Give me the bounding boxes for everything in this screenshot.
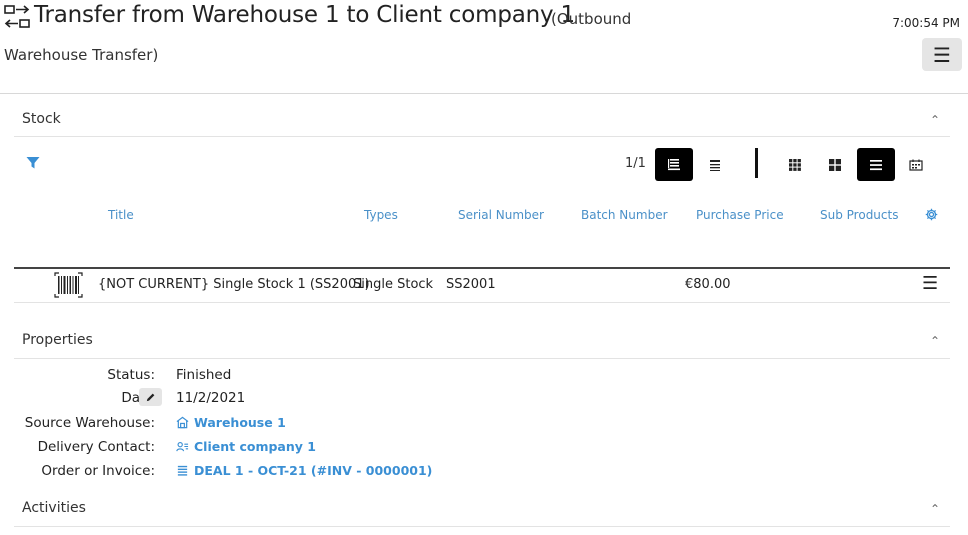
view-compact-button[interactable] [696,148,734,181]
source-warehouse-link[interactable]: Warehouse 1 [176,415,286,430]
row-title[interactable]: {NOT CURRENT} Single Stock 1 (SS2001) [98,277,370,292]
properties-divider [14,358,950,359]
view-large-grid-button[interactable] [816,148,854,181]
stock-section-title[interactable]: Stock [22,111,61,127]
view-list-detail-button[interactable] [655,148,693,181]
transfer-type-line2: Warehouse Transfer) [4,46,159,64]
delivery-contact-link[interactable]: Client company 1 [176,439,316,454]
row-menu-icon[interactable]: ☰ [922,273,938,294]
header-divider [0,93,968,94]
row-type: Single Stock [353,277,434,292]
clock: 7:00:54 PM [892,16,960,30]
stock-collapse-icon[interactable]: ⌃ [930,113,940,127]
warehouse-icon [176,416,189,429]
column-header-title[interactable]: Title [108,208,134,222]
list-detail-icon [668,158,680,170]
transfer-arrows-icon [4,5,30,28]
calendar-icon [909,159,923,171]
small-grid-icon [789,158,801,171]
table-row-top-border [14,267,950,269]
row-serial-number: SS2001 [446,277,496,292]
delivery-contact-label: Delivery Contact: [37,439,155,455]
column-header-batch-number[interactable]: Batch Number [581,208,668,222]
toolbar-separator [755,148,758,178]
compact-list-icon [710,159,720,171]
transfer-type-line1: (Outbound [551,10,632,28]
activities-divider [14,526,950,527]
pager: 1/1 [625,156,646,171]
column-header-purchase-price[interactable]: Purchase Price [696,208,784,222]
table-row-bottom-border [14,302,950,303]
activities-collapse-icon[interactable]: ⌃ [930,502,940,516]
order-invoice-value: DEAL 1 - OCT-21 (#INV - 0000001) [194,463,433,478]
properties-section-title[interactable]: Properties [22,332,93,348]
filter-icon[interactable] [26,156,40,170]
status-label: Status: [107,367,155,383]
date-value: 11/2/2021 [176,390,246,406]
page-title: Transfer from Warehouse 1 to Client comp… [34,2,575,28]
activities-section-title[interactable]: Activities [22,500,86,516]
large-grid-icon [829,158,841,171]
view-small-grid-button[interactable] [776,148,814,181]
edit-date-button[interactable] [139,388,162,406]
list-icon [870,159,882,170]
gear-icon[interactable] [925,208,938,221]
delivery-contact-value: Client company 1 [194,439,316,454]
pencil-icon [146,393,155,401]
column-header-types[interactable]: Types [364,208,398,222]
date-label: Da [121,390,140,406]
properties-collapse-icon[interactable]: ⌃ [930,334,940,348]
column-header-sub-products[interactable]: Sub Products [820,208,898,222]
order-list-icon [177,465,188,476]
source-warehouse-value: Warehouse 1 [194,415,286,430]
view-calendar-button[interactable] [897,148,935,181]
status-value: Finished [176,367,232,383]
order-invoice-label: Order or Invoice: [41,463,155,479]
view-list-button[interactable] [857,148,895,181]
stock-divider [14,136,950,137]
column-header-serial-number[interactable]: Serial Number [458,208,544,222]
row-purchase-price: €80.00 [685,277,731,292]
main-menu-button[interactable]: ☰ [922,38,962,71]
source-warehouse-label: Source Warehouse: [24,415,155,431]
barcode-icon [54,272,83,298]
hamburger-icon: ☰ [933,42,951,67]
order-invoice-link[interactable]: DEAL 1 - OCT-21 (#INV - 0000001) [176,463,432,478]
contact-card-icon [176,441,189,452]
